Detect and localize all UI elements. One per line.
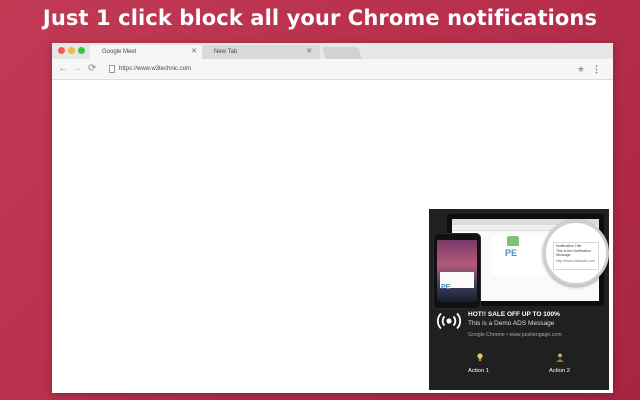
- broadcast-icon: [436, 311, 462, 336]
- brand-logo-icon: [507, 236, 519, 246]
- tab-close-icon[interactable]: ✕: [306, 45, 312, 59]
- tab-bar: Google Meet ✕ New Tab ✕: [52, 43, 613, 59]
- brand-mark: PE: [505, 248, 518, 258]
- notification-title: HOT!! SALE OFF UP TO 100%: [468, 311, 560, 318]
- maximize-window-button[interactable]: [78, 47, 85, 54]
- close-window-button[interactable]: [58, 47, 65, 54]
- menu-icon[interactable]: ⋮: [592, 62, 601, 76]
- toolbar: ← → ⟳ https://www.w3technic.com ★ ⋮: [52, 59, 613, 80]
- tab-new-tab[interactable]: New Tab ✕: [202, 45, 320, 59]
- bulb-icon[interactable]: [477, 353, 483, 365]
- phone-illustration: PE: [433, 233, 481, 309]
- action-1-button[interactable]: Action 1: [468, 368, 489, 374]
- tab-label: Google Meet: [102, 49, 137, 55]
- zoom-card-title: Notification Title: [556, 244, 582, 248]
- zoom-card-line: Message: [556, 253, 571, 257]
- headline: Just 1 click block all your Chrome notif…: [42, 6, 598, 30]
- notification-message: This is a Demo ADS Message: [468, 320, 555, 327]
- notification-preview: PE Notification Title This is the Notifi…: [429, 209, 609, 390]
- address-bar[interactable]: https://www.w3technic.com: [119, 63, 191, 75]
- back-arrow-icon[interactable]: ←: [58, 62, 68, 76]
- new-tab-button[interactable]: [321, 47, 363, 59]
- reload-icon[interactable]: ⟳: [88, 62, 96, 76]
- page-icon: [109, 65, 115, 73]
- forward-arrow-icon[interactable]: →: [72, 62, 82, 76]
- bookmark-star-icon[interactable]: ★: [577, 62, 585, 76]
- action-2-button[interactable]: Action 2: [549, 368, 570, 374]
- tab-google-meet[interactable]: Google Meet ✕: [90, 45, 205, 59]
- zoom-card-url: http://www.example.com: [556, 259, 595, 263]
- mini-page: [492, 235, 550, 275]
- tab-label: New Tab: [214, 49, 238, 55]
- person-icon[interactable]: [556, 353, 564, 365]
- phone-screen: [437, 240, 477, 302]
- minimize-window-button[interactable]: [68, 47, 75, 54]
- tab-close-icon[interactable]: ✕: [191, 45, 197, 59]
- brand-mark: PE: [441, 284, 451, 291]
- notification-source: Google Chrome • www.pushengage.com: [468, 332, 562, 338]
